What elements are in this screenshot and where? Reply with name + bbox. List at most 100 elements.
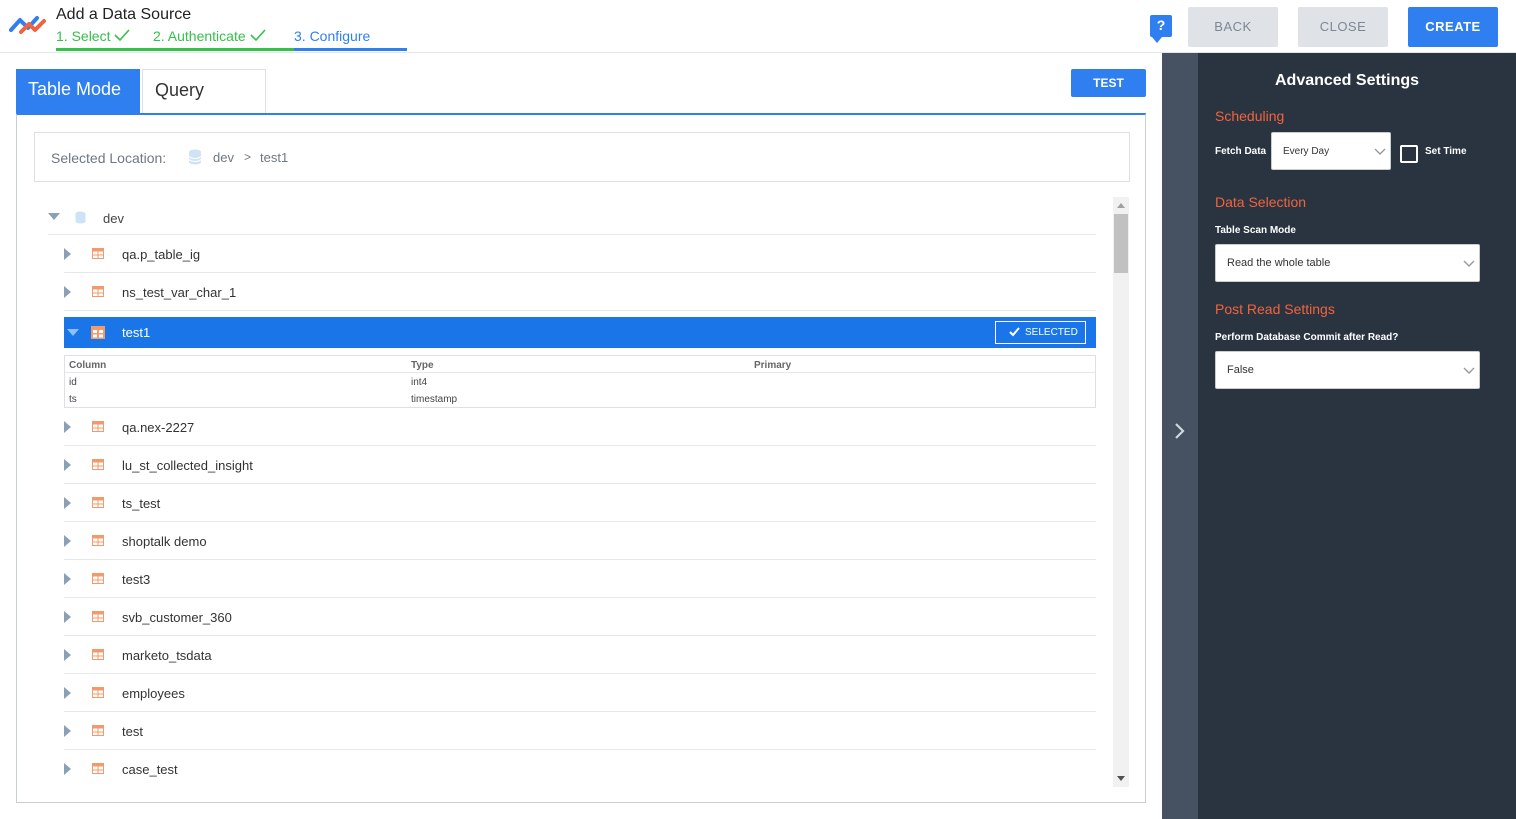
set-time-label: Set Time (1425, 146, 1467, 157)
tab-query-mode[interactable]: Query Mode (142, 69, 266, 140)
selected-location-box: Selected Location: dev > test1 (34, 132, 1130, 182)
caret-right-icon[interactable] (64, 573, 71, 585)
data-selection-title: Data Selection (1215, 194, 1307, 210)
step-configure[interactable]: 3. Configure (294, 28, 407, 52)
caret-right-icon[interactable] (64, 611, 71, 623)
set-time-checkbox[interactable] (1400, 145, 1418, 163)
tree-item-row[interactable]: lu_st_collected_insight (64, 446, 1096, 484)
column-type-cell: int4 (411, 377, 428, 388)
table-icon (92, 535, 104, 546)
tree-root-dev[interactable]: dev (48, 204, 1096, 235)
tree-scrollbar[interactable] (1113, 197, 1129, 787)
database-commit-select[interactable]: False (1215, 351, 1480, 389)
location-path-root[interactable]: dev (213, 150, 234, 165)
caret-right-icon[interactable] (64, 763, 71, 775)
step-authenticate[interactable]: 2. Authenticate (153, 28, 294, 52)
tree-item-row[interactable]: ts_test (64, 484, 1096, 522)
header-bar: Add a Data Source 1. Select 2. Authentic… (0, 0, 1516, 53)
table-icon (92, 763, 104, 774)
step-authenticate-label: 2. Authenticate (153, 28, 246, 44)
test-button[interactable]: TEST (1071, 69, 1146, 97)
tree-item-label: ns_test_var_char_1 (122, 285, 237, 300)
selected-location-label: Selected Location: (51, 150, 167, 166)
back-button[interactable]: BACK (1188, 7, 1278, 47)
table-icon (91, 326, 105, 339)
caret-right-icon[interactable] (64, 459, 71, 471)
tree-item-row[interactable]: test (64, 712, 1096, 750)
step-progress-bar (56, 48, 153, 51)
caret-down-icon[interactable] (48, 213, 60, 220)
advanced-settings-title: Advanced Settings (1274, 72, 1420, 89)
tree-item-label: svb_customer_360 (122, 610, 232, 625)
table-icon (92, 421, 104, 432)
caret-right-icon[interactable] (64, 248, 71, 260)
fetch-data-value: Every Day (1283, 146, 1330, 157)
step-select-label: 1. Select (56, 28, 111, 44)
check-icon (250, 29, 266, 42)
database-icon (188, 149, 202, 165)
caret-right-icon[interactable] (64, 649, 71, 661)
table-scan-mode-label: Table Scan Mode (1215, 225, 1296, 236)
check-icon (114, 29, 131, 42)
tree-item-label: case_test (122, 762, 178, 777)
tree-item-row[interactable]: marketo_tsdata (64, 636, 1096, 674)
wizard-steps: 1. Select 2. Authenticate 3. Configure (56, 28, 407, 52)
tree-item-row-selected[interactable]: test1 SELECTED (64, 317, 1096, 348)
tree-item-row[interactable]: case_test (64, 750, 1096, 788)
location-path-table[interactable]: test1 (260, 150, 288, 165)
caret-right-icon[interactable] (64, 497, 71, 509)
tree-item-label: test (122, 724, 143, 739)
columns-header-type: Type (411, 360, 434, 371)
scrollbar-thumb[interactable] (1114, 214, 1128, 273)
check-icon (1009, 327, 1020, 337)
columns-header-column: Column (69, 360, 107, 371)
help-button[interactable]: ? (1150, 15, 1172, 43)
table-scan-mode-select[interactable]: Read the whole table (1215, 244, 1480, 282)
caret-right-icon[interactable] (64, 286, 71, 298)
tree-item-row[interactable]: shoptalk demo (64, 522, 1096, 560)
table-icon (92, 611, 104, 622)
table-icon (92, 286, 104, 297)
tree-item-row[interactable]: svb_customer_360 (64, 598, 1096, 636)
tab-table-mode[interactable]: Table Mode (16, 69, 140, 114)
caret-right-icon[interactable] (64, 725, 71, 737)
caret-right-icon[interactable] (64, 421, 71, 433)
column-name-cell: id (69, 377, 77, 388)
advanced-settings-panel: Advanced Settings Scheduling Fetch Data … (1198, 53, 1516, 819)
tree-item-label: shoptalk demo (122, 534, 207, 549)
table-divider (65, 372, 1095, 373)
page-title: Add a Data Source (56, 6, 192, 23)
post-read-settings-title: Post Read Settings (1215, 301, 1335, 317)
tree-item-row[interactable]: test3 (64, 560, 1096, 598)
tree-item-label: lu_st_collected_insight (122, 458, 253, 473)
caret-right-icon[interactable] (64, 687, 71, 699)
table-icon (92, 687, 104, 698)
caret-down-icon[interactable] (67, 329, 79, 336)
create-button[interactable]: CREATE (1408, 7, 1498, 47)
tree-item-label: test1 (122, 325, 151, 340)
location-path-separator: > (244, 150, 252, 164)
selected-badge: SELECTED (995, 321, 1086, 344)
tree-item-label: employees (122, 686, 185, 701)
step-select[interactable]: 1. Select (56, 28, 153, 52)
caret-right-icon[interactable] (64, 535, 71, 547)
scroll-up-icon[interactable] (1117, 203, 1125, 208)
close-button[interactable]: CLOSE (1298, 7, 1388, 47)
selected-badge-label: SELECTED (1025, 327, 1078, 338)
tree-item-label: qa.p_table_ig (122, 247, 201, 262)
chevron-down-icon (1463, 260, 1475, 267)
tree-item-row[interactable]: employees (64, 674, 1096, 712)
tree-item-row[interactable]: qa.nex-2227 (64, 408, 1096, 446)
tree-item-row[interactable]: qa.p_table_ig (64, 235, 1096, 273)
table-icon (92, 649, 104, 660)
table-scan-mode-value: Read the whole table (1227, 257, 1331, 269)
scroll-down-icon[interactable] (1117, 776, 1125, 781)
columns-header-primary: Primary (754, 360, 792, 371)
panel-toggle-strip[interactable] (1162, 53, 1198, 819)
chevron-right-icon[interactable] (1174, 422, 1186, 440)
table-icon (92, 725, 104, 736)
tree-item-row[interactable]: ns_test_var_char_1 (64, 273, 1096, 311)
chevron-down-icon (1463, 367, 1475, 374)
column-type-cell: timestamp (411, 394, 458, 405)
fetch-data-select[interactable]: Every Day (1271, 132, 1391, 170)
